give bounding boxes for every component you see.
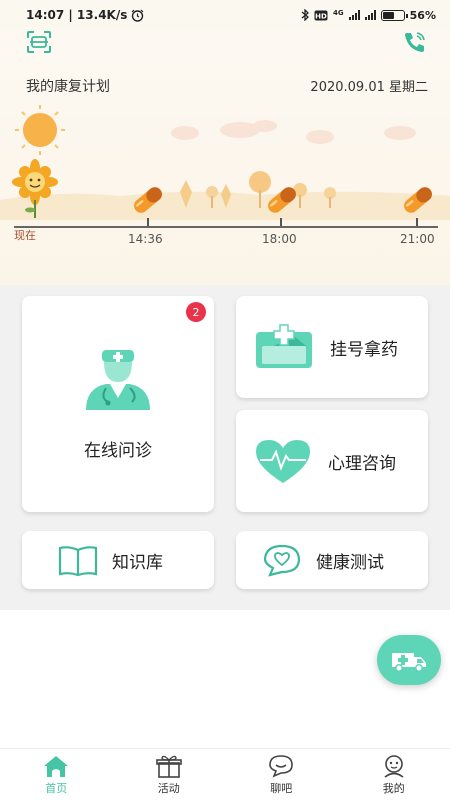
notification-badge: 2 [186,302,206,322]
medicine-box-icon [256,324,312,368]
bottom-nav: 首页 活动 聊吧 我的 [0,748,450,800]
online-consult-card[interactable]: 2 在线问诊 [22,296,214,512]
alarm-icon [131,9,144,22]
knowledge-base-label: 知识库 [112,552,163,573]
timeline-now-label: 现在 [14,229,36,242]
heart-chat-icon [263,544,301,577]
battery-text: 56% [409,8,436,22]
nav-item-profile[interactable]: 我的 [338,749,450,800]
health-test-card[interactable]: 健康测试 [236,531,428,589]
heart-pulse-icon [256,440,310,483]
timeline-axis [14,218,438,228]
psych-consult-label: 心理咨询 [328,453,396,474]
timeline-time-label: 18:00 [262,232,297,246]
nav-label-activity: 活动 [157,781,180,795]
psych-consult-card[interactable]: 心理咨询 [236,410,428,512]
network-type: 4G [333,8,344,17]
knowledge-base-card[interactable]: 知识库 [22,531,214,589]
bluetooth-icon [301,9,309,21]
register-medicine-label: 挂号拿药 [330,339,398,360]
status-bar: 14:07 | 13.4K/s HD 4G 56% [0,0,450,30]
nav-item-home[interactable]: 首页 [0,749,113,800]
nav-label-chat: 聊吧 [270,781,293,795]
home-icon [44,755,69,777]
ambulance-icon [392,653,426,672]
ambulance-fab-button[interactable] [377,635,441,685]
profile-icon [384,754,404,778]
health-test-label: 健康测试 [316,552,384,573]
svg-text:HD: HD [315,12,327,20]
phone-icon[interactable] [402,30,428,54]
nav-label-profile: 我的 [382,781,405,795]
doctor-icon [86,350,150,410]
nav-item-activity[interactable]: 活动 [113,749,226,800]
timeline-time-label: 21:00 [400,232,435,246]
timeline-tick [416,218,418,226]
hd-icon: HD [314,10,328,20]
timeline-time-label: 14:36 [128,232,163,246]
timeline-tick [147,218,149,226]
signal-icon-2 [364,10,376,20]
register-medicine-card[interactable]: 挂号拿药 [236,296,428,398]
sun-icon [15,105,65,155]
rehab-plan-panel: 我的康复计划 2020.09.01 星期二 现在 14:36 18:00 21:… [0,30,450,285]
cloud-icon [171,120,416,144]
online-consult-label: 在线问诊 [84,441,152,461]
gift-icon [155,755,182,778]
battery-icon [380,9,408,21]
scan-icon[interactable] [26,30,52,54]
nav-item-chat[interactable]: 聊吧 [225,749,338,800]
timeline-tick [280,218,282,226]
book-icon [58,546,98,576]
nav-label-home: 首页 [45,781,68,795]
plan-date: 2020.09.01 星期二 [310,80,428,95]
plan-title: 我的康复计划 [26,79,110,95]
plan-scene-illustration [0,105,450,220]
signal-icon [348,10,360,20]
chat-icon [269,754,294,777]
status-time: 14:07 | 13.4K/s [26,8,128,22]
